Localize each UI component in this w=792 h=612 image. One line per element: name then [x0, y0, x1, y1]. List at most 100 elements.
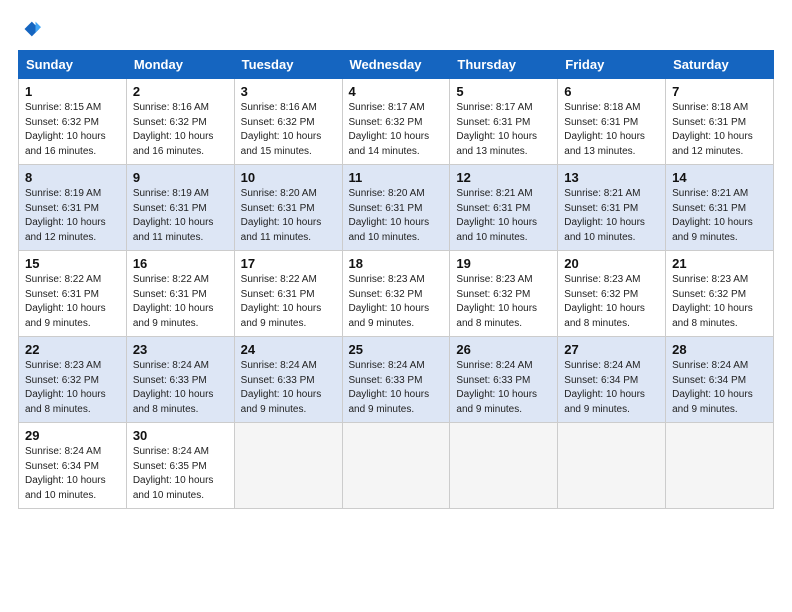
- calendar-page: SundayMondayTuesdayWednesdayThursdayFrid…: [0, 0, 792, 612]
- day-info: Sunrise: 8:22 AMSunset: 6:31 PMDaylight:…: [241, 274, 322, 329]
- calendar-cell: 23 Sunrise: 8:24 AMSunset: 6:33 PMDaylig…: [126, 337, 234, 423]
- day-number: 24: [241, 342, 336, 357]
- day-info: Sunrise: 8:22 AMSunset: 6:31 PMDaylight:…: [133, 274, 214, 329]
- calendar-week-row: 22 Sunrise: 8:23 AMSunset: 6:32 PMDaylig…: [19, 337, 774, 423]
- day-info: Sunrise: 8:19 AMSunset: 6:31 PMDaylight:…: [25, 188, 106, 243]
- day-info: Sunrise: 8:17 AMSunset: 6:31 PMDaylight:…: [456, 102, 537, 157]
- day-info: Sunrise: 8:23 AMSunset: 6:32 PMDaylight:…: [25, 360, 106, 415]
- col-header-saturday: Saturday: [666, 51, 774, 79]
- day-info: Sunrise: 8:24 AMSunset: 6:33 PMDaylight:…: [456, 360, 537, 415]
- calendar-table: SundayMondayTuesdayWednesdayThursdayFrid…: [18, 50, 774, 509]
- calendar-cell: 20 Sunrise: 8:23 AMSunset: 6:32 PMDaylig…: [558, 251, 666, 337]
- day-number: 8: [25, 170, 120, 185]
- calendar-cell: 26 Sunrise: 8:24 AMSunset: 6:33 PMDaylig…: [450, 337, 558, 423]
- day-number: 16: [133, 256, 228, 271]
- calendar-cell: 6 Sunrise: 8:18 AMSunset: 6:31 PMDayligh…: [558, 79, 666, 165]
- calendar-cell: 24 Sunrise: 8:24 AMSunset: 6:33 PMDaylig…: [234, 337, 342, 423]
- day-number: 28: [672, 342, 767, 357]
- calendar-cell: 5 Sunrise: 8:17 AMSunset: 6:31 PMDayligh…: [450, 79, 558, 165]
- day-number: 9: [133, 170, 228, 185]
- logo: [18, 18, 41, 40]
- day-number: 27: [564, 342, 659, 357]
- calendar-cell: 18 Sunrise: 8:23 AMSunset: 6:32 PMDaylig…: [342, 251, 450, 337]
- calendar-cell: 16 Sunrise: 8:22 AMSunset: 6:31 PMDaylig…: [126, 251, 234, 337]
- calendar-cell: 27 Sunrise: 8:24 AMSunset: 6:34 PMDaylig…: [558, 337, 666, 423]
- calendar-cell: [342, 423, 450, 509]
- day-info: Sunrise: 8:21 AMSunset: 6:31 PMDaylight:…: [564, 188, 645, 243]
- calendar-cell: 3 Sunrise: 8:16 AMSunset: 6:32 PMDayligh…: [234, 79, 342, 165]
- calendar-cell: 8 Sunrise: 8:19 AMSunset: 6:31 PMDayligh…: [19, 165, 127, 251]
- day-number: 26: [456, 342, 551, 357]
- calendar-cell: 14 Sunrise: 8:21 AMSunset: 6:31 PMDaylig…: [666, 165, 774, 251]
- day-info: Sunrise: 8:24 AMSunset: 6:34 PMDaylight:…: [25, 446, 106, 501]
- day-info: Sunrise: 8:20 AMSunset: 6:31 PMDaylight:…: [349, 188, 430, 243]
- day-info: Sunrise: 8:24 AMSunset: 6:34 PMDaylight:…: [672, 360, 753, 415]
- calendar-week-row: 15 Sunrise: 8:22 AMSunset: 6:31 PMDaylig…: [19, 251, 774, 337]
- calendar-cell: 28 Sunrise: 8:24 AMSunset: 6:34 PMDaylig…: [666, 337, 774, 423]
- calendar-cell: 12 Sunrise: 8:21 AMSunset: 6:31 PMDaylig…: [450, 165, 558, 251]
- day-info: Sunrise: 8:18 AMSunset: 6:31 PMDaylight:…: [564, 102, 645, 157]
- day-number: 6: [564, 84, 659, 99]
- day-number: 29: [25, 428, 120, 443]
- day-info: Sunrise: 8:24 AMSunset: 6:35 PMDaylight:…: [133, 446, 214, 501]
- day-number: 2: [133, 84, 228, 99]
- day-info: Sunrise: 8:21 AMSunset: 6:31 PMDaylight:…: [672, 188, 753, 243]
- calendar-cell: 17 Sunrise: 8:22 AMSunset: 6:31 PMDaylig…: [234, 251, 342, 337]
- day-info: Sunrise: 8:24 AMSunset: 6:33 PMDaylight:…: [241, 360, 322, 415]
- col-header-sunday: Sunday: [19, 51, 127, 79]
- calendar-cell: 11 Sunrise: 8:20 AMSunset: 6:31 PMDaylig…: [342, 165, 450, 251]
- day-number: 1: [25, 84, 120, 99]
- col-header-wednesday: Wednesday: [342, 51, 450, 79]
- calendar-cell: 21 Sunrise: 8:23 AMSunset: 6:32 PMDaylig…: [666, 251, 774, 337]
- calendar-cell: 13 Sunrise: 8:21 AMSunset: 6:31 PMDaylig…: [558, 165, 666, 251]
- calendar-cell: [234, 423, 342, 509]
- day-info: Sunrise: 8:16 AMSunset: 6:32 PMDaylight:…: [133, 102, 214, 157]
- day-number: 21: [672, 256, 767, 271]
- calendar-cell: 4 Sunrise: 8:17 AMSunset: 6:32 PMDayligh…: [342, 79, 450, 165]
- col-header-tuesday: Tuesday: [234, 51, 342, 79]
- day-number: 12: [456, 170, 551, 185]
- day-info: Sunrise: 8:24 AMSunset: 6:33 PMDaylight:…: [349, 360, 430, 415]
- calendar-cell: 25 Sunrise: 8:24 AMSunset: 6:33 PMDaylig…: [342, 337, 450, 423]
- day-number: 17: [241, 256, 336, 271]
- day-number: 20: [564, 256, 659, 271]
- calendar-cell: 30 Sunrise: 8:24 AMSunset: 6:35 PMDaylig…: [126, 423, 234, 509]
- calendar-cell: 22 Sunrise: 8:23 AMSunset: 6:32 PMDaylig…: [19, 337, 127, 423]
- day-number: 5: [456, 84, 551, 99]
- day-number: 30: [133, 428, 228, 443]
- calendar-header-row: SundayMondayTuesdayWednesdayThursdayFrid…: [19, 51, 774, 79]
- day-info: Sunrise: 8:23 AMSunset: 6:32 PMDaylight:…: [349, 274, 430, 329]
- day-info: Sunrise: 8:16 AMSunset: 6:32 PMDaylight:…: [241, 102, 322, 157]
- calendar-cell: 7 Sunrise: 8:18 AMSunset: 6:31 PMDayligh…: [666, 79, 774, 165]
- day-info: Sunrise: 8:23 AMSunset: 6:32 PMDaylight:…: [672, 274, 753, 329]
- calendar-week-row: 29 Sunrise: 8:24 AMSunset: 6:34 PMDaylig…: [19, 423, 774, 509]
- col-header-friday: Friday: [558, 51, 666, 79]
- day-info: Sunrise: 8:19 AMSunset: 6:31 PMDaylight:…: [133, 188, 214, 243]
- day-info: Sunrise: 8:24 AMSunset: 6:33 PMDaylight:…: [133, 360, 214, 415]
- calendar-cell: 1 Sunrise: 8:15 AMSunset: 6:32 PMDayligh…: [19, 79, 127, 165]
- day-info: Sunrise: 8:23 AMSunset: 6:32 PMDaylight:…: [456, 274, 537, 329]
- day-info: Sunrise: 8:24 AMSunset: 6:34 PMDaylight:…: [564, 360, 645, 415]
- day-number: 13: [564, 170, 659, 185]
- day-info: Sunrise: 8:18 AMSunset: 6:31 PMDaylight:…: [672, 102, 753, 157]
- calendar-cell: [666, 423, 774, 509]
- calendar-cell: 9 Sunrise: 8:19 AMSunset: 6:31 PMDayligh…: [126, 165, 234, 251]
- calendar-cell: 29 Sunrise: 8:24 AMSunset: 6:34 PMDaylig…: [19, 423, 127, 509]
- col-header-thursday: Thursday: [450, 51, 558, 79]
- day-number: 22: [25, 342, 120, 357]
- day-number: 4: [349, 84, 444, 99]
- day-info: Sunrise: 8:15 AMSunset: 6:32 PMDaylight:…: [25, 102, 106, 157]
- day-info: Sunrise: 8:23 AMSunset: 6:32 PMDaylight:…: [564, 274, 645, 329]
- day-number: 19: [456, 256, 551, 271]
- calendar-cell: [450, 423, 558, 509]
- calendar-cell: 10 Sunrise: 8:20 AMSunset: 6:31 PMDaylig…: [234, 165, 342, 251]
- day-number: 10: [241, 170, 336, 185]
- calendar-cell: 15 Sunrise: 8:22 AMSunset: 6:31 PMDaylig…: [19, 251, 127, 337]
- day-info: Sunrise: 8:20 AMSunset: 6:31 PMDaylight:…: [241, 188, 322, 243]
- day-number: 18: [349, 256, 444, 271]
- calendar-week-row: 1 Sunrise: 8:15 AMSunset: 6:32 PMDayligh…: [19, 79, 774, 165]
- day-number: 3: [241, 84, 336, 99]
- logo-icon: [19, 18, 41, 40]
- day-number: 23: [133, 342, 228, 357]
- day-number: 11: [349, 170, 444, 185]
